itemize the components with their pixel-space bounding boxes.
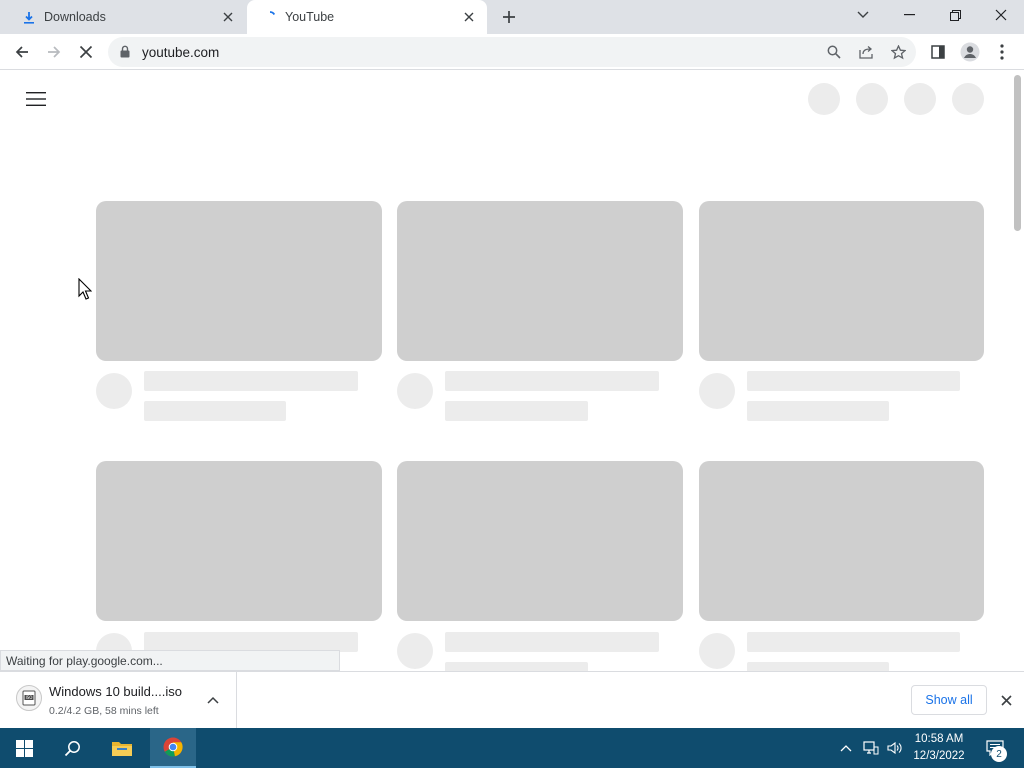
download-icon xyxy=(22,10,36,24)
download-shelf: ISO Windows 10 build....iso 0.2/4.2 GB, … xyxy=(0,671,1024,728)
video-thumbnail-skeleton xyxy=(96,201,382,361)
close-tab-icon[interactable] xyxy=(461,9,477,25)
channel-avatar-skeleton xyxy=(397,373,433,409)
meta-line-skeleton xyxy=(747,662,889,671)
download-filename: Windows 10 build....iso xyxy=(49,684,182,699)
video-thumbnail-skeleton xyxy=(397,461,683,621)
title-line-skeleton xyxy=(747,632,960,652)
windows-logo-icon xyxy=(15,739,33,757)
url-text: youtube.com xyxy=(142,45,220,60)
chevron-up-icon xyxy=(840,745,852,752)
meta-line-skeleton xyxy=(144,401,286,421)
profile-avatar-icon xyxy=(960,42,980,62)
file-explorer-button[interactable] xyxy=(98,728,146,768)
show-all-button[interactable]: Show all xyxy=(911,685,987,715)
arrow-right-icon xyxy=(48,46,61,58)
side-panel-button[interactable] xyxy=(924,38,952,66)
search-icon[interactable] xyxy=(825,43,843,61)
side-panel-icon xyxy=(931,45,945,59)
close-window-button[interactable] xyxy=(978,0,1024,30)
tab-search-button[interactable] xyxy=(840,0,886,30)
profile-button[interactable] xyxy=(956,38,984,66)
clock-time: 10:58 AM xyxy=(914,733,964,745)
video-thumbnail-skeleton xyxy=(96,461,382,621)
share-icon[interactable] xyxy=(857,43,875,61)
stop-loading-button[interactable] xyxy=(72,38,100,66)
channel-avatar-skeleton xyxy=(96,373,132,409)
header-skeleton-circle xyxy=(856,83,888,115)
scrollbar-thumb[interactable] xyxy=(1014,75,1021,231)
title-line-skeleton xyxy=(445,632,659,652)
chevron-down-icon xyxy=(857,11,869,18)
channel-avatar-skeleton xyxy=(699,633,735,669)
plus-icon xyxy=(503,11,515,23)
chrome-logo-icon xyxy=(163,737,183,757)
status-bubble: Waiting for play.google.com... xyxy=(0,650,340,671)
stop-icon xyxy=(79,45,93,59)
folder-icon xyxy=(112,742,132,756)
meta-line-skeleton xyxy=(445,401,588,421)
title-line-skeleton xyxy=(144,632,358,652)
lock-icon xyxy=(120,45,130,63)
bookmark-star-icon[interactable] xyxy=(889,43,907,61)
video-thumbnail-skeleton xyxy=(699,201,984,361)
clock-date: 12/3/2022 xyxy=(913,750,965,762)
address-bar[interactable]: youtube.com xyxy=(108,37,916,67)
header-skeleton-circle xyxy=(808,83,840,115)
loading-spinner-icon xyxy=(263,10,277,24)
chrome-menu-button[interactable] xyxy=(988,38,1016,66)
meta-line-skeleton xyxy=(747,401,889,421)
taskbar-search-button[interactable] xyxy=(48,728,96,768)
restore-icon xyxy=(949,9,961,21)
meta-line-skeleton xyxy=(445,662,588,671)
video-thumbnail-skeleton xyxy=(699,461,984,621)
tab-youtube[interactable]: YouTube xyxy=(247,0,487,34)
volume-icon[interactable] xyxy=(884,728,906,768)
close-tab-icon[interactable] xyxy=(220,9,236,25)
close-icon xyxy=(995,9,1007,21)
iso-file-icon: ISO xyxy=(16,685,42,711)
video-thumbnail-skeleton xyxy=(397,201,683,361)
header-skeleton-circle xyxy=(904,83,936,115)
tab-title: YouTube xyxy=(285,10,335,24)
header-skeleton-circle xyxy=(952,83,984,115)
youtube-page xyxy=(0,71,1012,671)
taskbar-clock[interactable]: 10:58 AM 12/3/2022 xyxy=(906,731,972,765)
restore-button[interactable] xyxy=(932,0,978,30)
tab-downloads[interactable]: Downloads xyxy=(0,0,246,34)
chrome-taskbar-button[interactable] xyxy=(150,728,196,768)
start-button[interactable] xyxy=(0,728,48,768)
arrow-left-icon xyxy=(15,46,28,58)
minimize-button[interactable] xyxy=(886,0,932,30)
back-button[interactable] xyxy=(8,38,36,66)
kebab-menu-icon xyxy=(1000,44,1004,60)
channel-avatar-skeleton xyxy=(397,633,433,669)
download-progress-text: 0.2/4.2 GB, 58 mins left xyxy=(49,705,159,717)
forward-button[interactable] xyxy=(40,38,68,66)
hamburger-menu-icon[interactable] xyxy=(24,87,48,111)
close-download-shelf-icon[interactable] xyxy=(998,692,1014,708)
chevron-up-icon[interactable] xyxy=(205,692,221,708)
title-line-skeleton xyxy=(747,371,960,391)
channel-avatar-skeleton xyxy=(699,373,735,409)
network-icon[interactable] xyxy=(860,728,882,768)
browser-toolbar: youtube.com xyxy=(0,34,1024,70)
download-item[interactable]: ISO Windows 10 build....iso 0.2/4.2 GB, … xyxy=(0,672,237,728)
notification-count-badge: 2 xyxy=(991,746,1007,762)
search-icon xyxy=(64,740,80,756)
svg-text:ISO: ISO xyxy=(26,695,33,700)
windows-taskbar: 10:58 AM 12/3/2022 xyxy=(0,728,1024,768)
tab-strip: Downloads YouTube xyxy=(0,0,1024,34)
page-scrollbar[interactable] xyxy=(1012,71,1024,671)
new-tab-button[interactable] xyxy=(499,7,519,27)
title-line-skeleton xyxy=(144,371,358,391)
title-line-skeleton xyxy=(445,371,659,391)
show-hidden-icons-button[interactable] xyxy=(836,728,856,768)
minimize-icon xyxy=(903,14,915,16)
mouse-cursor-icon xyxy=(78,277,93,305)
tab-title: Downloads xyxy=(44,10,106,24)
